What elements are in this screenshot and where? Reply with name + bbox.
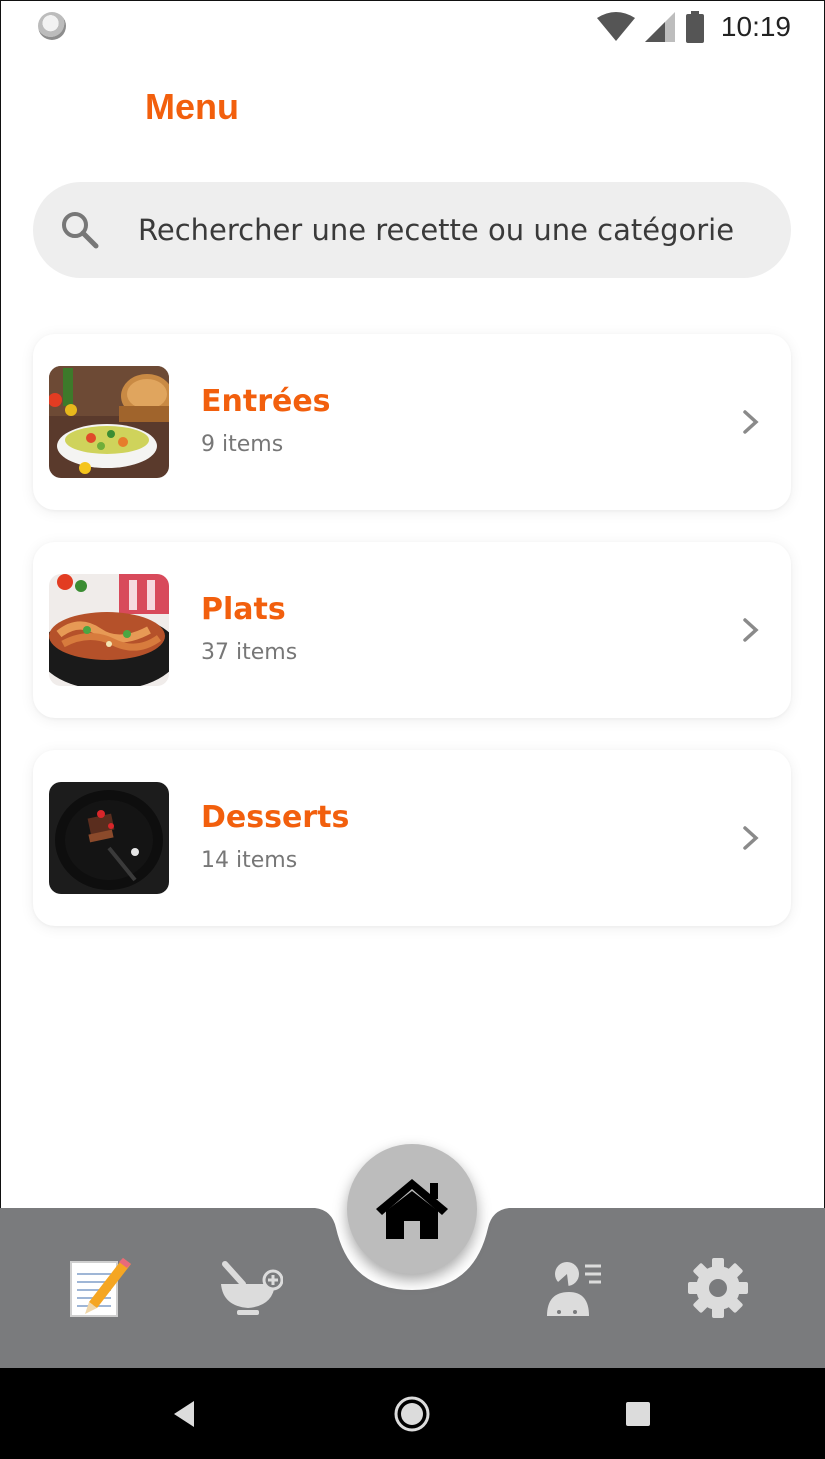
- chevron-right-icon: [743, 618, 759, 642]
- category-count: 9 items: [201, 432, 284, 457]
- pasta-thumbnail: [49, 574, 169, 686]
- back-button[interactable]: [162, 1392, 206, 1436]
- gear-icon: [688, 1258, 748, 1318]
- status-icons: 10:19: [596, 8, 791, 46]
- page-title: Menu: [145, 86, 239, 127]
- back-icon: [174, 1401, 194, 1427]
- wifi-icon: [596, 12, 635, 41]
- nav-profile-button[interactable]: [536, 1252, 608, 1324]
- status-bar: 10:19: [0, 0, 825, 54]
- home-icon: [376, 1179, 448, 1239]
- home-system-button[interactable]: [390, 1392, 434, 1436]
- circle-home-icon: [394, 1396, 430, 1432]
- chevron-right-icon: [743, 410, 759, 434]
- square-recents-icon: [626, 1402, 650, 1426]
- salad-thumbnail: [49, 366, 169, 478]
- search-icon: [62, 212, 99, 249]
- nav-notes-button[interactable]: [64, 1252, 136, 1324]
- home-button[interactable]: [347, 1144, 477, 1274]
- category-count: 37 items: [201, 640, 298, 665]
- chevron-right-icon: [743, 826, 759, 850]
- nav-settings-button[interactable]: [682, 1252, 754, 1324]
- battery-icon: [685, 11, 704, 43]
- recents-button[interactable]: [616, 1392, 660, 1436]
- category-title: Desserts: [201, 800, 350, 835]
- search-input[interactable]: [138, 208, 768, 252]
- category-title: Plats: [201, 592, 286, 627]
- clock: 10:19: [720, 11, 791, 42]
- nav-add-recipe-button[interactable]: [214, 1252, 286, 1324]
- user-list-icon: [547, 1262, 601, 1316]
- category-card-plats[interactable]: Plats 37 items: [33, 542, 791, 718]
- dessert-thumbnail: [49, 782, 169, 894]
- category-count: 14 items: [201, 848, 298, 873]
- notepad-icon: [70, 1258, 131, 1317]
- category-card-entrees[interactable]: Entrées 9 items: [33, 334, 791, 510]
- category-title: Entrées: [201, 384, 331, 419]
- signal-icon: [644, 12, 675, 42]
- category-card-desserts[interactable]: Desserts 14 items: [33, 750, 791, 926]
- mortar-add-icon: [221, 1261, 283, 1315]
- notification-icon: [38, 12, 66, 40]
